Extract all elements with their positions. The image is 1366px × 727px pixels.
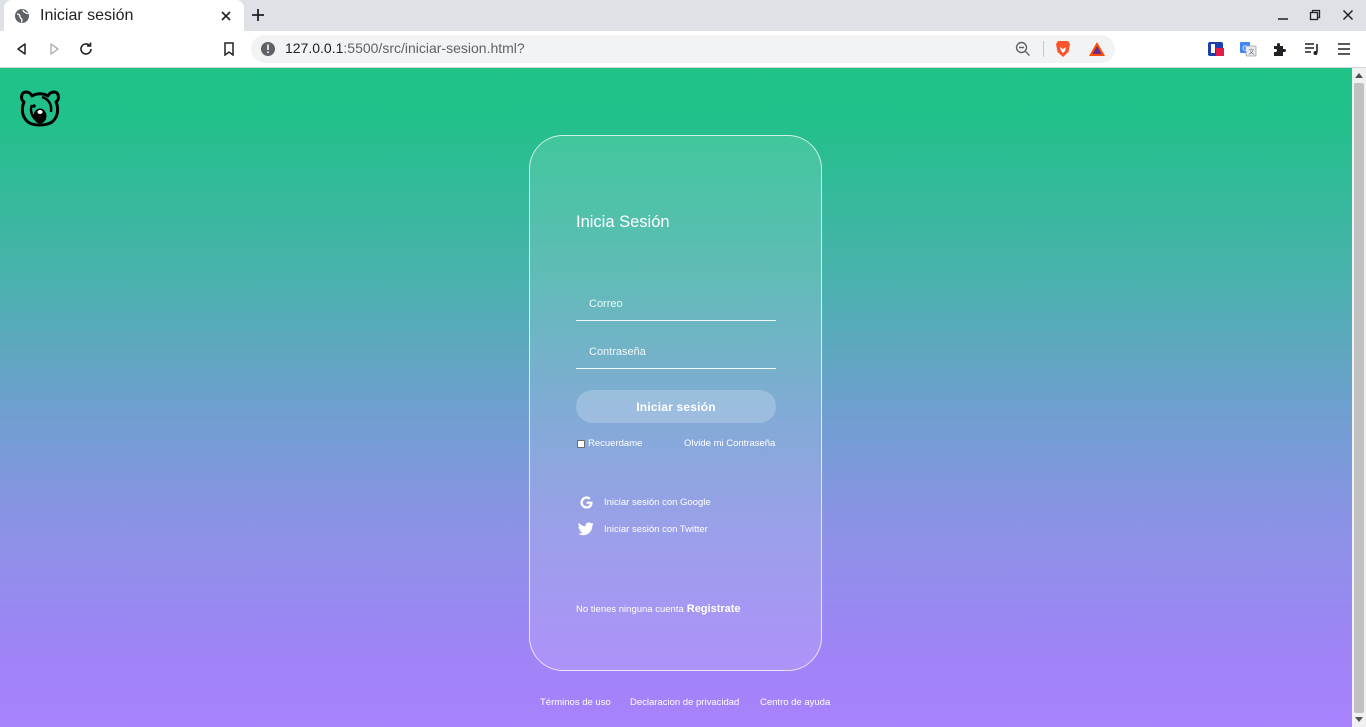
footer-privacy-link[interactable]: Declaracion de privacidad bbox=[630, 697, 739, 708]
close-window-icon[interactable] bbox=[1337, 5, 1359, 25]
bookmark-icon[interactable] bbox=[217, 37, 241, 61]
login-title: Inicia Sesión bbox=[576, 213, 670, 231]
google-icon bbox=[578, 494, 594, 510]
login-page: Inicia Sesión Iniciar sesión Recuerdame … bbox=[0, 68, 1352, 727]
minimize-icon[interactable] bbox=[1272, 5, 1294, 25]
page-scrollbar[interactable] bbox=[1352, 68, 1366, 727]
media-playlist-icon[interactable] bbox=[1300, 37, 1324, 61]
menu-icon[interactable] bbox=[1332, 37, 1356, 61]
info-icon[interactable] bbox=[258, 39, 278, 59]
svg-text:G: G bbox=[1242, 45, 1247, 53]
footer-help-link[interactable]: Centro de ayuda bbox=[760, 697, 830, 708]
google-login-link[interactable]: Iniciar sesión con Google bbox=[578, 494, 711, 510]
bear-logo-icon[interactable] bbox=[18, 82, 62, 128]
svg-text:文: 文 bbox=[1249, 48, 1255, 56]
address-bar[interactable]: 127.0.0.1:5500/src/iniciar-sesion.html? bbox=[251, 35, 1115, 63]
email-input[interactable] bbox=[576, 287, 776, 320]
login-card: Inicia Sesión Iniciar sesión Recuerdame … bbox=[529, 135, 822, 671]
signup-link[interactable]: Registrate bbox=[687, 603, 741, 615]
signup-question: No tienes ninguna cuenta bbox=[576, 604, 684, 615]
twitter-login-label: Iniciar sesión con Twitter bbox=[604, 523, 708, 535]
scroll-up-icon[interactable] bbox=[1352, 68, 1366, 82]
tab-strip: Iniciar sesión bbox=[0, 0, 1366, 31]
omnibox-divider bbox=[1043, 41, 1044, 57]
brave-rewards-icon[interactable] bbox=[1087, 39, 1107, 59]
tab-title: Iniciar sesión bbox=[40, 6, 134, 24]
scroll-down-icon[interactable] bbox=[1352, 713, 1366, 727]
login-button[interactable]: Iniciar sesión bbox=[576, 390, 776, 423]
twitter-login-link[interactable]: Iniciar sesión con Twitter bbox=[578, 521, 708, 537]
remember-label: Recuerdame bbox=[588, 438, 643, 449]
browser-tab[interactable]: Iniciar sesión bbox=[4, 0, 244, 31]
extension-red-icon[interactable] bbox=[1204, 37, 1228, 61]
twitter-icon bbox=[578, 521, 594, 537]
password-field-wrapper bbox=[576, 335, 776, 369]
forgot-password-link[interactable]: Olvide mi Contraseña bbox=[684, 438, 775, 449]
footer-terms-link[interactable]: Términos de uso bbox=[540, 697, 611, 708]
remember-checkbox[interactable] bbox=[577, 439, 585, 448]
brave-shields-icon[interactable] bbox=[1053, 39, 1073, 59]
remember-me[interactable]: Recuerdame bbox=[577, 438, 642, 449]
extensions-puzzle-icon[interactable] bbox=[1268, 37, 1292, 61]
forward-icon[interactable] bbox=[42, 37, 66, 61]
password-input[interactable] bbox=[576, 335, 776, 368]
new-tab-button[interactable] bbox=[248, 5, 268, 25]
url-text: 127.0.0.1:5500/src/iniciar-sesion.html? bbox=[285, 40, 525, 56]
translate-icon[interactable]: G文 bbox=[1236, 37, 1260, 61]
restore-icon[interactable] bbox=[1304, 5, 1326, 25]
reload-icon[interactable] bbox=[74, 37, 98, 61]
browser-toolbar: 127.0.0.1:5500/src/iniciar-sesion.html? … bbox=[0, 31, 1366, 68]
email-field-wrapper bbox=[576, 287, 776, 321]
google-login-label: Iniciar sesión con Google bbox=[604, 496, 711, 508]
close-tab-icon[interactable] bbox=[218, 8, 234, 24]
signup-row: No tienes ninguna cuenta Registrate bbox=[576, 599, 741, 617]
scrollbar-thumb[interactable] bbox=[1354, 83, 1364, 713]
zoom-icon[interactable] bbox=[1013, 39, 1033, 59]
globe-icon bbox=[14, 8, 30, 24]
back-icon[interactable] bbox=[10, 37, 34, 61]
